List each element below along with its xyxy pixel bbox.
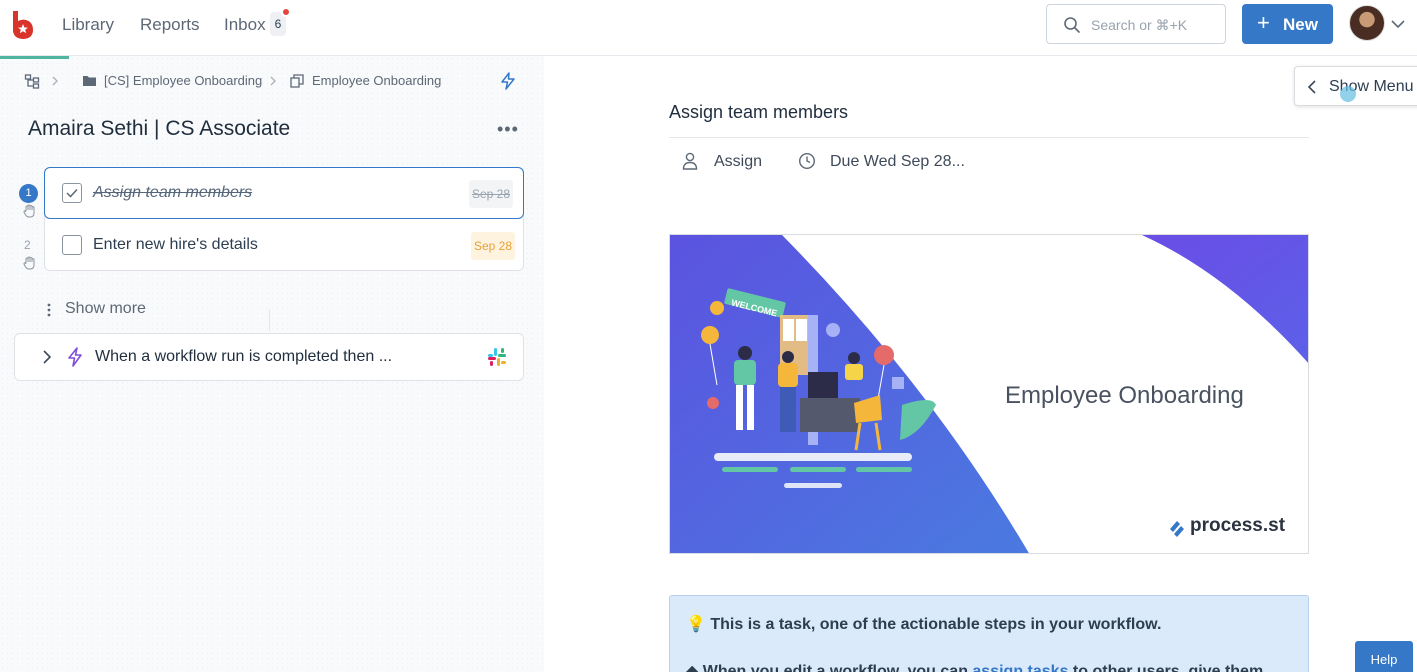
mouse-cursor-indicator (1340, 86, 1356, 102)
nav-library[interactable]: Library (62, 15, 114, 35)
step-number-1: 1 (19, 184, 38, 203)
search-input[interactable]: Search or ⌘+K (1046, 4, 1226, 44)
show-menu-button[interactable]: Show Menu (1294, 66, 1417, 106)
search-placeholder: Search or ⌘+K (1091, 17, 1188, 33)
banner-title: Employee Onboarding (1005, 382, 1244, 409)
task-detail-title: Assign team members (669, 102, 849, 122)
task-due-date: Sep 28 (468, 180, 513, 208)
new-button[interactable]: + New (1242, 4, 1333, 44)
help-button[interactable]: Help (1355, 641, 1413, 672)
info-text-line: ◆ When you edit a workflow, you can assi… (686, 661, 1263, 672)
task-item-assign-team-members[interactable]: Assign team members Sep 28 (44, 167, 524, 219)
task-checkbox[interactable] (62, 235, 82, 255)
info-text-line: 💡 This is a task, one of the actionable … (686, 616, 1162, 633)
checklist-panel: [CS] Employee Onboarding Employee Onboar… (0, 56, 544, 672)
task-due-date: Sep 28 (470, 232, 515, 260)
app-logo-icon[interactable] (10, 10, 36, 40)
lightning-icon (68, 347, 82, 367)
vertical-dots-icon (47, 303, 51, 317)
breadcrumb-workflow[interactable]: Employee Onboarding (312, 73, 441, 88)
chevron-right-icon[interactable] (41, 349, 53, 365)
new-button-label: New (1283, 15, 1318, 34)
info-callout: 💡 This is a task, one of the actionable … (669, 595, 1309, 672)
user-icon (682, 152, 698, 170)
task-checkbox-checked[interactable] (62, 183, 82, 203)
clock-icon (798, 152, 816, 170)
onboarding-banner-image: WELCOME Employee Onboarding process.st (669, 234, 1309, 554)
folder-icon (83, 76, 96, 86)
hierarchy-icon[interactable] (24, 73, 40, 89)
drag-hand-icon[interactable] (23, 204, 36, 218)
show-more-label: Show more (65, 300, 146, 317)
run-title: Amaira Sethi | CS Associate (28, 117, 291, 140)
chevron-down-icon[interactable] (1390, 16, 1406, 32)
workflow-copy-icon (290, 74, 304, 88)
chevron-right-icon (52, 76, 58, 86)
divider (269, 309, 270, 331)
slack-icon (488, 348, 506, 366)
step-number-2: 2 (24, 238, 31, 252)
task-list: Assign team members Sep 28 Enter new hir… (44, 167, 524, 271)
notification-dot (281, 7, 291, 17)
checkmark-icon (66, 188, 78, 198)
user-avatar[interactable] (1349, 5, 1385, 41)
nav-reports[interactable]: Reports (140, 15, 200, 35)
task-name: Assign team members (93, 184, 253, 201)
top-navigation: Library Reports Inbox 6 Search or ⌘+K + … (0, 0, 1417, 56)
assign-label: Assign (714, 153, 763, 170)
chevron-left-icon (1307, 80, 1316, 94)
task-detail-panel: Assign team members Assign Due Wed Sep 2… (544, 56, 1417, 672)
automation-description: When a workflow run is completed then ..… (95, 348, 393, 365)
assign-tasks-link[interactable]: assign tasks (972, 663, 1068, 672)
chevron-right-icon (270, 76, 276, 86)
brand-name: process.st (1190, 515, 1286, 536)
more-options-icon[interactable]: ••• (497, 119, 519, 140)
nav-inbox[interactable]: Inbox (224, 15, 266, 35)
search-icon (1064, 17, 1080, 33)
due-date-label: Due Wed Sep 28... (830, 153, 965, 170)
run-progress-bar (0, 56, 69, 59)
task-item-enter-new-hire-details[interactable]: Enter new hire's details Sep 28 (45, 220, 525, 272)
process-street-mark-icon (1170, 521, 1184, 537)
breadcrumb-folder[interactable]: [CS] Employee Onboarding (104, 73, 262, 88)
divider (669, 137, 1309, 138)
plus-icon: + (1257, 10, 1270, 35)
automation-row[interactable]: When a workflow run is completed then ..… (14, 333, 524, 381)
drag-hand-icon[interactable] (23, 256, 36, 270)
task-name: Enter new hire's details (93, 236, 258, 253)
lightning-icon[interactable] (500, 72, 516, 90)
